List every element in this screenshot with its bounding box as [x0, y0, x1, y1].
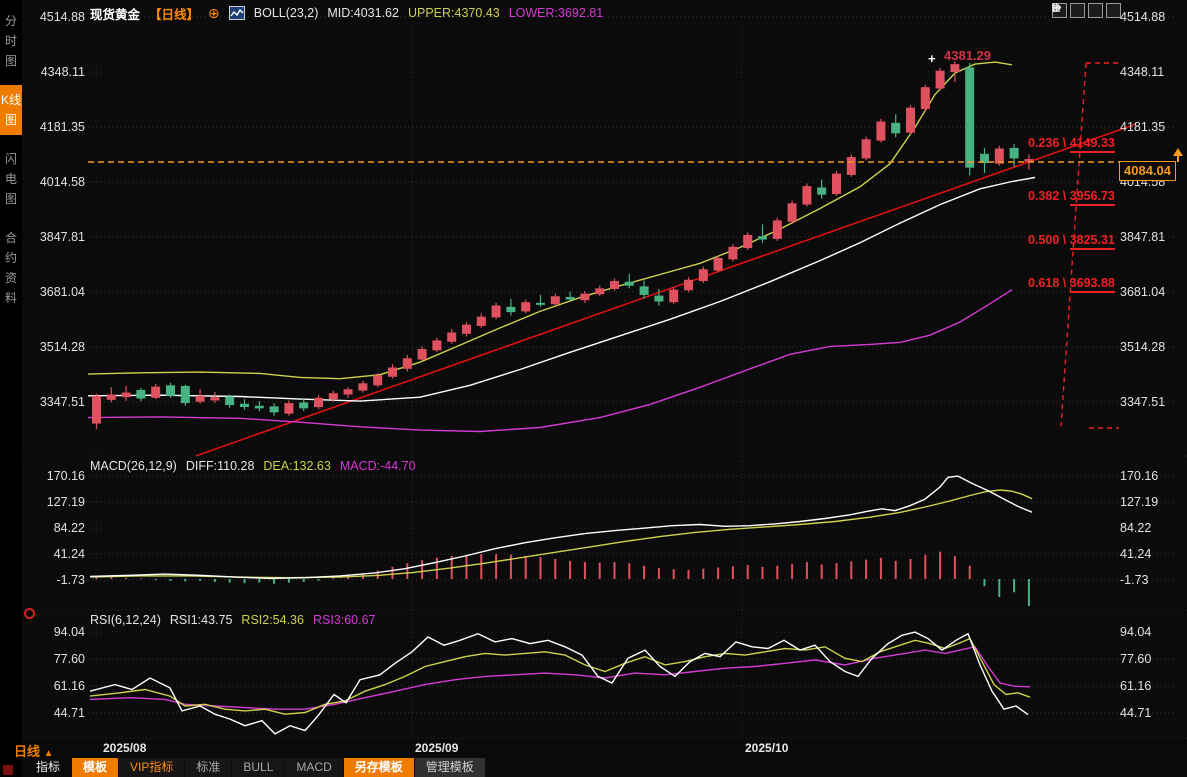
fib-level-label: 0.236 \ 4149.33: [1028, 136, 1115, 153]
fib-level-label: 0.382 \ 3956.73: [1028, 189, 1115, 206]
bottom-tab-2[interactable]: 模板: [72, 758, 119, 777]
ax-main-l-label: 4348.11: [40, 65, 85, 79]
ax-main-r-label: 3347.51: [1120, 395, 1166, 409]
macd-header: MACD(26,12,9) DIFF:110.28 DEA:132.63 MAC…: [90, 459, 416, 473]
ax-rsi-r-label: 77.60: [1120, 652, 1152, 666]
ax-main-l-label: 4514.88: [39, 10, 85, 24]
ax-rsi-r-label: 61.16: [1120, 679, 1152, 693]
ax-main-l-label: 3347.51: [39, 395, 85, 409]
bottom-tab-5[interactable]: BULL: [232, 758, 285, 777]
ax-rsi-l-label: 44.71: [53, 706, 85, 720]
ax-macd-r-label: 41.24: [1120, 547, 1152, 561]
ax-macd-l-label: 41.24: [53, 547, 85, 561]
chart-canvas[interactable]: [0, 0, 1187, 777]
bottom-tab-4[interactable]: 标准: [185, 758, 232, 777]
macd-title: MACD(26,12,9): [90, 459, 177, 473]
ax-rsi-l-label: 94.04: [53, 625, 85, 639]
fib-level-label: 0.618 \ 3693.88: [1028, 276, 1115, 293]
rsi-header: RSI(6,12,24) RSI1:43.75 RSI2:54.36 RSI3:…: [90, 613, 376, 627]
bottom-tab-8[interactable]: 管理模板: [414, 758, 485, 777]
price-marker-icon: [1173, 148, 1183, 156]
ax-main-l-label: 4014.58: [39, 175, 85, 189]
rsi-marker-icon: [24, 608, 35, 619]
ax-main-r-label: 3847.81: [1120, 230, 1166, 244]
current-price-tag: 4084.04: [1119, 161, 1176, 181]
sidebar-item-4[interactable]: 合约资料: [0, 223, 22, 313]
xaxis-row: [22, 740, 1187, 758]
ax-main-r-label: 3514.28: [1120, 340, 1166, 354]
period-tag[interactable]: 【日线】: [149, 4, 199, 23]
ax-main-l-label: 4181.35: [39, 120, 85, 134]
fit-horizontal-icon[interactable]: [1052, 3, 1085, 18]
peak-cross-marker: +: [928, 51, 936, 66]
ax-macd-r-label: 84.22: [1120, 521, 1152, 535]
ax-rsi-r-label: 94.04: [1120, 625, 1152, 639]
add-indicator-icon[interactable]: ⊕: [208, 5, 220, 22]
ax-macd-l-label: 170.16: [46, 469, 85, 483]
ax-main-l-label: 3847.81: [39, 230, 85, 244]
xaxis-label: 2025/10: [745, 741, 789, 755]
rsi3-value: RSI3:60.67: [312, 613, 376, 627]
bottom-tab-7[interactable]: 另存模板: [343, 758, 414, 777]
ax-main-l-label: 3514.28: [39, 340, 85, 354]
macd-macd-value: MACD:-44.70: [339, 459, 416, 473]
ax-main-r-label: 4348.11: [1120, 65, 1165, 79]
ax-rsi-l-label: 77.60: [53, 652, 85, 666]
ax-rsi-l-label: 61.16: [53, 679, 85, 693]
sidebar: 分时图 K线图闪电图合约资料: [0, 0, 22, 777]
indicator-name: BOLL(23,2): [253, 6, 319, 20]
period-label: 日线: [14, 744, 41, 759]
rsi2-value: RSI2:54.36: [241, 613, 304, 627]
trading-app-window: 分时图 K线图闪电图合约资料 现货黄金 【日线】 ⊕ BOLL(23,2) MID…: [0, 0, 1187, 777]
mini-chart-icon: [228, 6, 245, 20]
ax-macd-r-label: 127.19: [1120, 495, 1159, 509]
bottom-tabbar: 指标 模板 VIP指标 标准 BULL MACD 另存模板 管理模板: [22, 758, 1187, 777]
exit-icon[interactable]: [1053, 3, 1121, 18]
boll-mid-value: MID:4031.62: [327, 6, 399, 20]
price-marker-stem: [1177, 156, 1179, 162]
symbol-name: 现货黄金: [90, 7, 141, 22]
ax-macd-r-label: -1.73: [1120, 573, 1149, 587]
ax-rsi-r-label: 44.71: [1120, 706, 1152, 720]
ax-macd-l-label: -1.73: [56, 573, 86, 587]
xaxis-label: 2025/08: [103, 741, 147, 755]
fit-vertical-icon[interactable]: [1052, 3, 1103, 18]
ax-macd-l-label: 84.22: [53, 521, 85, 535]
macd-dea-value: DEA:132.63: [263, 459, 331, 473]
ax-main-l-label: 3681.04: [39, 285, 85, 299]
ax-main-r-label: 4181.35: [1120, 120, 1166, 134]
macd-diff-value: DIFF:110.28: [185, 459, 255, 473]
corner-mark: [3, 765, 13, 775]
ax-main-r-label: 4514.88: [1120, 10, 1166, 24]
ax-macd-l-label: 127.19: [46, 495, 85, 509]
rsi1-value: RSI1:43.75: [169, 613, 233, 627]
sidebar-item-1[interactable]: 分时图: [0, 6, 22, 76]
boll-upper-value: UPPER:4370.43: [407, 6, 500, 20]
chart-toolbar: [1052, 3, 1121, 18]
sidebar-item-3[interactable]: 闪电图: [0, 144, 22, 214]
bottom-tab-1[interactable]: 指标: [25, 758, 71, 777]
chart-header: 现货黄金 【日线】 ⊕ BOLL(23,2) MID:4031.62 UPPER…: [90, 4, 604, 23]
fib-level-label: 0.500 \ 3825.31: [1028, 233, 1115, 250]
bottom-tab-3[interactable]: VIP指标: [119, 758, 185, 777]
boll-lower-value: LOWER:3692.81: [508, 6, 604, 20]
rsi-title: RSI(6,12,24): [90, 613, 161, 627]
sidebar-item-2[interactable]: K线图: [0, 85, 22, 135]
ax-main-r-label: 3681.04: [1120, 285, 1166, 299]
ax-macd-r-label: 170.16: [1120, 469, 1159, 483]
bottom-tab-6[interactable]: MACD: [285, 758, 343, 777]
peak-price-label: 4381.29: [944, 48, 991, 63]
xaxis-label: 2025/09: [415, 741, 459, 755]
